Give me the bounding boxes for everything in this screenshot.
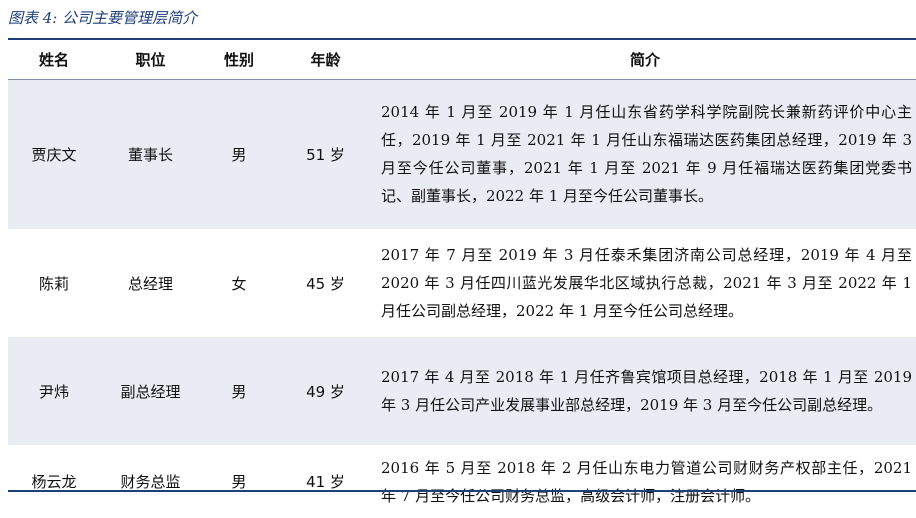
cell-bio: 2017 年 7 月至 2019 年 3 月任泰禾集团济南公司总经理，2019 … xyxy=(381,246,912,320)
table-row: 贾庆文 董事长 男 51 岁 2014 年 1 月至 2019 年 1 月任山东… xyxy=(8,79,916,229)
cell-name: 杨云龙 xyxy=(31,473,77,491)
cell-position: 财务总监 xyxy=(120,473,181,491)
management-table: 姓名 职位 性别 年龄 简介 贾庆文 董事长 男 51 岁 2014 年 1 月… xyxy=(8,40,916,518)
cell-age: 51 岁 xyxy=(277,79,374,229)
table-caption: 图表 4: 公司主要管理层简介 xyxy=(8,9,198,27)
table-row: 陈莉 总经理 女 45 岁 2017 年 7 月至 2019 年 3 月任泰禾集… xyxy=(8,229,916,337)
header-gender: 性别 xyxy=(223,51,254,69)
header-name: 姓名 xyxy=(38,51,69,69)
cell-bio: 2014 年 1 月至 2019 年 1 月任山东省药学科学院副院长兼新药评价中… xyxy=(374,79,916,229)
cell-name: 贾庆文 xyxy=(8,79,100,229)
cell-age: 41 岁 xyxy=(306,473,345,491)
cell-gender: 女 xyxy=(231,274,247,293)
cell-name: 陈莉 xyxy=(38,274,69,293)
header-position: 职位 xyxy=(135,51,166,69)
header-age: 年龄 xyxy=(310,51,341,69)
table-row: 杨云龙 财务总监 男 41 岁 2016 年 5 月至 2018 年 2 月任山… xyxy=(8,445,916,518)
cell-gender: 男 xyxy=(231,473,247,491)
header-divider xyxy=(8,79,916,80)
cell-gender: 男 xyxy=(201,337,277,445)
cell-position: 董事长 xyxy=(100,79,201,229)
cell-bio: 2016 年 5 月至 2018 年 2 月任山东电力管道公司财财务产权部主任，… xyxy=(381,458,912,505)
cell-age: 45 岁 xyxy=(306,274,345,293)
header-bio: 简介 xyxy=(629,51,660,69)
table-row: 尹炜 副总经理 男 49 岁 2017 年 4 月至 2018 年 1 月任齐鲁… xyxy=(8,337,916,445)
cell-position: 总经理 xyxy=(127,274,173,293)
cell-position: 副总经理 xyxy=(100,337,201,445)
cell-bio: 2017 年 4 月至 2018 年 1 月任齐鲁宾馆项目总经理，2018 年 … xyxy=(374,337,916,445)
header-row: 姓名 职位 性别 年龄 简介 xyxy=(8,40,916,79)
document-page: 图表 4: 公司主要管理层简介 姓名 职位 性别 年龄 简介 贾庆文 董事长 男… xyxy=(0,0,916,505)
cell-name: 尹炜 xyxy=(8,337,100,445)
cell-gender: 男 xyxy=(201,79,277,229)
cell-age: 49 岁 xyxy=(277,337,374,445)
